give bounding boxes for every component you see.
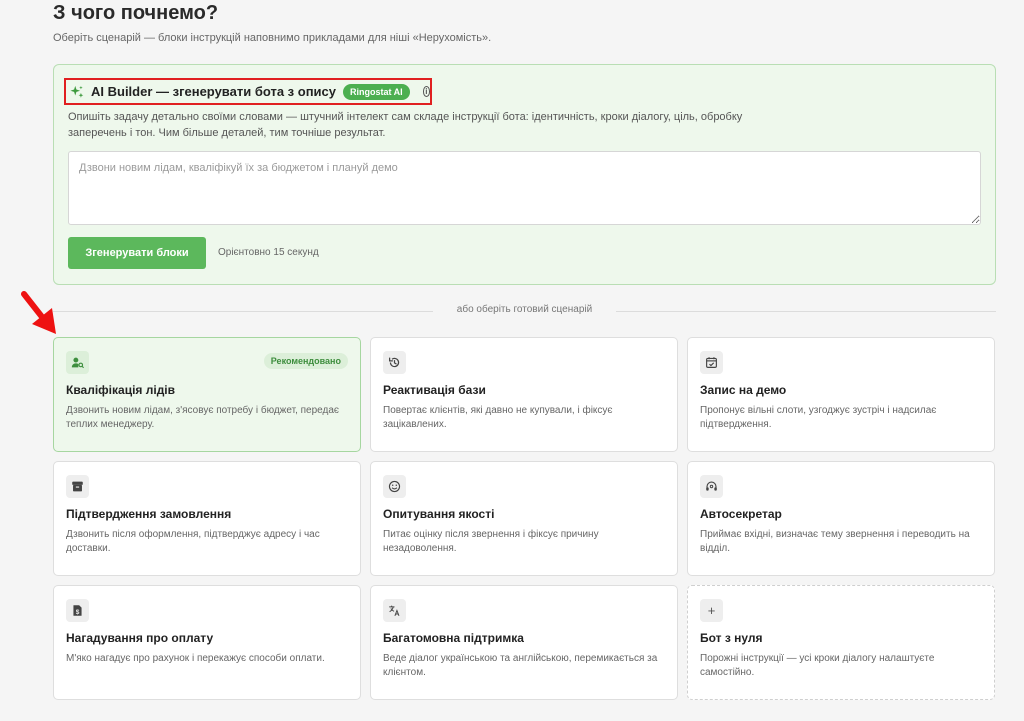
scenario-description: Приймає вхідні, визначає тему звернення … <box>700 529 970 554</box>
divider-text: або оберіть готовий сценарій <box>456 304 593 315</box>
scenario-card-quality-survey[interactable]: Опитування якості Питає оцінку після зве… <box>370 461 678 576</box>
ai-builder-header: AI Builder — згенерувати бота з опису Ri… <box>64 78 432 105</box>
scenario-title: Реактивація бази <box>383 383 486 397</box>
sparkle-icon <box>70 85 84 99</box>
scenario-description: Порожні інструкції — усі кроки діалогу н… <box>700 653 935 678</box>
scenario-card-multilingual-support[interactable]: Багатомовна підтримка Веде діалог україн… <box>370 585 678 700</box>
ai-builder-panel: AI Builder — згенерувати бота з опису Ri… <box>53 64 996 285</box>
person-search-icon <box>66 351 89 374</box>
scenario-description: Повертає клієнтів, які давно не купували… <box>383 405 613 430</box>
scenario-card-bot-from-scratch[interactable]: + Бот з нуля Порожні інструкції — усі кр… <box>687 585 995 700</box>
scenario-description: Дзвонить після оформлення, підтверджує а… <box>66 529 320 554</box>
scenario-title: Нагадування про оплату <box>66 631 214 645</box>
scenario-description: М'яко нагадує про рахунок і перекажує сп… <box>66 653 325 664</box>
page-title: З чого почнемо? <box>53 2 219 24</box>
recommended-badge: Рекомендовано <box>263 353 348 369</box>
scenario-description: Веде діалог українською та англійською, … <box>383 653 658 678</box>
scenario-card-auto-secretary[interactable]: Автосекретар Приймає вхідні, визначає те… <box>687 461 995 576</box>
scenario-divider: або оберіть готовий сценарій <box>53 304 996 318</box>
scenario-card-demo-booking[interactable]: Запис на демо Пропонує вільні слоти, узг… <box>687 337 995 452</box>
translate-icon <box>383 599 406 622</box>
scenario-card-payment-reminder[interactable]: $ Нагадування про оплату М'яко нагадує п… <box>53 585 361 700</box>
scenario-title: Багатомовна підтримка <box>383 631 524 645</box>
scenario-card-lead-qualification[interactable]: Рекомендовано Кваліфікація лідів Дзвонит… <box>53 337 361 452</box>
scenario-card-order-confirmation[interactable]: Підтвердження замовлення Дзвонить після … <box>53 461 361 576</box>
generate-blocks-button[interactable]: Згенерувати блоки <box>68 237 206 269</box>
scenario-title: Автосекретар <box>700 507 782 521</box>
scenario-title: Бот з нуля <box>700 631 763 645</box>
scenario-title: Кваліфікація лідів <box>66 383 176 397</box>
headset-icon <box>700 475 723 498</box>
divider-line-right <box>616 311 996 312</box>
invoice-icon: $ <box>66 599 89 622</box>
calendar-check-icon <box>700 351 723 374</box>
svg-text:$: $ <box>76 609 80 616</box>
archive-box-icon <box>66 475 89 498</box>
scenario-card-base-reactivation[interactable]: Реактивація бази Повертає клієнтів, які … <box>370 337 678 452</box>
scenario-title: Опитування якості <box>383 507 495 521</box>
ai-builder-description: Опишіть задачу детально своїми словами —… <box>68 111 743 139</box>
ai-prompt-input[interactable] <box>68 151 981 225</box>
ai-builder-title: AI Builder — згенерувати бота з опису <box>91 84 337 99</box>
smiley-icon <box>383 475 406 498</box>
generation-time-hint: Орієнтовно 15 секунд <box>218 247 319 258</box>
plus-glyph: + <box>707 603 716 618</box>
ringostat-ai-badge: Ringostat AI <box>343 83 410 100</box>
scenario-description: Питає оцінку після звернення і фіксує пр… <box>383 529 599 554</box>
plus-icon: + <box>700 599 723 622</box>
scenario-description: Пропонує вільні слоти, узгоджує зустріч … <box>700 405 937 430</box>
page-subtitle: Оберіть сценарій — блоки інструкцій напо… <box>53 32 492 44</box>
scenario-title: Підтвердження замовлення <box>66 507 232 521</box>
scenario-description: Дзвонить новим лідам, з'ясовує потребу і… <box>66 405 340 430</box>
info-icon[interactable]: i <box>422 86 430 97</box>
scenario-title: Запис на демо <box>700 383 787 397</box>
annotation-arrow-icon <box>21 291 56 334</box>
history-icon <box>383 351 406 374</box>
